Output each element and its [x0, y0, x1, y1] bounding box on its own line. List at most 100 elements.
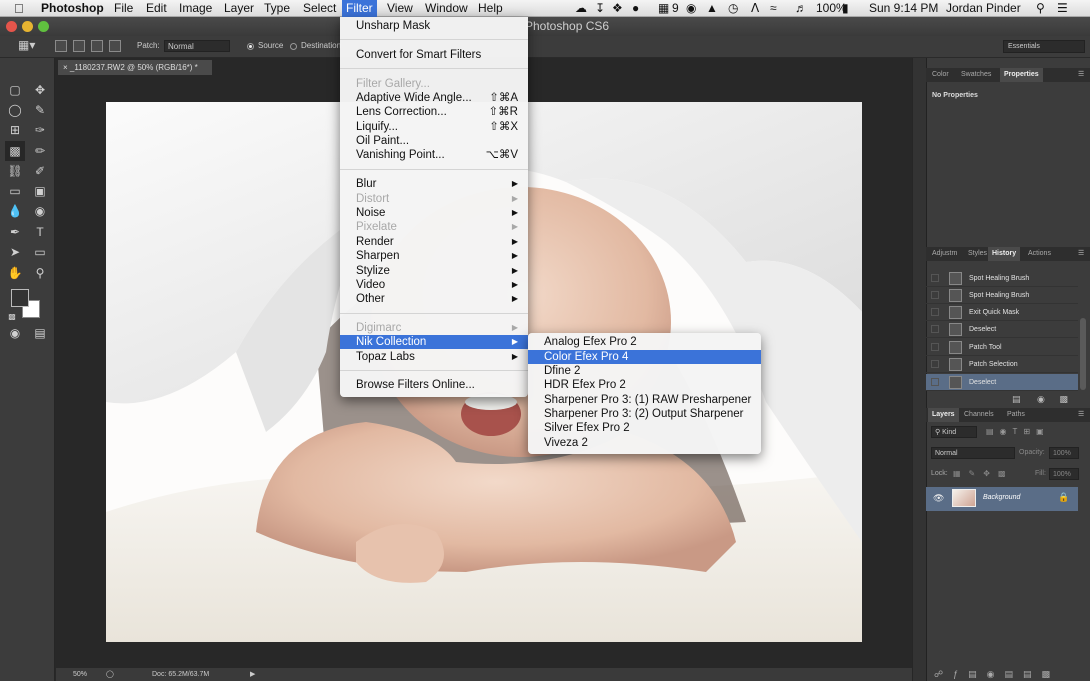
alert-icon[interactable]: ▲: [706, 0, 718, 17]
status-info-icon[interactable]: ◯: [106, 668, 114, 681]
new-selection-icon[interactable]: [55, 40, 67, 52]
user-name[interactable]: Jordan Pinder: [946, 0, 1021, 17]
menu-item-color-efex-pro[interactable]: Color Efex Pro 4: [528, 350, 761, 364]
menu-item-blur[interactable]: Blur ▶: [340, 177, 528, 191]
clock[interactable]: Sun 9:14 PM: [869, 0, 938, 17]
history-checkbox[interactable]: [931, 325, 939, 333]
history-state[interactable]: Exit Quick Mask: [926, 304, 1078, 321]
menu-item-liquify[interactable]: Liquify... ⇧⌘X: [340, 120, 528, 134]
close-window-button[interactable]: [6, 21, 17, 32]
menu-item-convert-smart-filters[interactable]: Convert for Smart Filters: [340, 48, 528, 62]
menu-filter[interactable]: Filter: [342, 0, 377, 17]
document-tab[interactable]: × _1180237.RW2 @ 50% (RGB/16*) *: [58, 60, 212, 75]
blend-mode-select[interactable]: Normal: [931, 447, 1015, 459]
zoom-window-button[interactable]: [38, 21, 49, 32]
quick-selection-tool-icon[interactable]: ✎: [30, 100, 50, 120]
panel-menu-icon[interactable]: ☰: [1074, 247, 1088, 261]
tab-actions[interactable]: Actions: [1024, 247, 1055, 261]
menu-file[interactable]: File: [110, 0, 137, 17]
subtract-selection-icon[interactable]: [91, 40, 103, 52]
menu-item-topaz-labs[interactable]: Topaz Labs ▶: [340, 350, 528, 364]
stamp-tool-icon[interactable]: ⛓: [5, 161, 25, 181]
menu-item-sharpen[interactable]: Sharpen ▶: [340, 249, 528, 263]
skype-icon[interactable]: ●: [632, 0, 639, 17]
history-state[interactable]: Spot Healing Brush: [926, 270, 1078, 287]
menu-item-video[interactable]: Video ▶: [340, 278, 528, 292]
volume-icon[interactable]: ♬: [795, 0, 807, 17]
apple-icon[interactable]: : [14, 1, 24, 16]
spotlight-icon[interactable]: ⚲: [1036, 0, 1045, 17]
tab-layers[interactable]: Layers: [928, 408, 959, 422]
menu-layer[interactable]: Layer: [220, 0, 258, 17]
dropbox-icon[interactable]: ❖: [612, 0, 623, 17]
menu-item-nik-collection[interactable]: Nik Collection ▶: [340, 335, 528, 349]
new-document-icon[interactable]: ▤: [1012, 394, 1021, 404]
menu-item-dfine[interactable]: Dfine 2: [528, 364, 761, 378]
tab-history[interactable]: History: [988, 247, 1021, 261]
patch-tool-icon[interactable]: ▩: [5, 141, 25, 161]
panel-menu-icon[interactable]: ☰: [1074, 68, 1088, 82]
quick-mask-icon[interactable]: ◉: [5, 323, 25, 343]
menu-item-unsharp-mask[interactable]: Unsharp Mask: [340, 19, 528, 33]
trash-icon[interactable]: ▩: [1059, 394, 1068, 404]
menu-item-analog-efex-pro[interactable]: Analog Efex Pro 2: [528, 335, 761, 349]
menu-help[interactable]: Help: [474, 0, 507, 17]
menu-window[interactable]: Window: [421, 0, 472, 17]
fill-field[interactable]: 100%: [1049, 468, 1079, 480]
menu-item-render[interactable]: Render ▶: [340, 235, 528, 249]
patch-mode-select[interactable]: Normal: [164, 40, 230, 52]
intersect-selection-icon[interactable]: [109, 40, 121, 52]
history-checkbox[interactable]: [931, 274, 939, 282]
tab-swatches[interactable]: Swatches: [957, 68, 995, 82]
menu-select[interactable]: Select: [299, 0, 340, 17]
menu-item-viveza[interactable]: Viveza 2: [528, 436, 761, 450]
history-state[interactable]: Deselect: [926, 321, 1078, 338]
history-checkbox[interactable]: [931, 308, 939, 316]
tab-adjustments[interactable]: Adjustm: [928, 247, 961, 261]
layer-filter-icons[interactable]: ▤◉T⊞▣: [986, 427, 1050, 436]
gradient-tool-icon[interactable]: ▣: [30, 181, 50, 201]
layers-footer-icons[interactable]: ☍ƒ▤◉▤▤▩: [934, 669, 1060, 680]
foreground-color-swatch[interactable]: [11, 289, 29, 307]
tab-paths[interactable]: Paths: [1003, 408, 1029, 422]
lasso-tool-icon[interactable]: ◯: [5, 100, 25, 120]
brush-tool-icon[interactable]: ✏: [30, 141, 50, 161]
menu-item-adaptive-wide-angle[interactable]: Adaptive Wide Angle... ⇧⌘A: [340, 91, 528, 105]
rectangle-tool-icon[interactable]: ▭: [30, 242, 50, 262]
move-tool-icon[interactable]: ✥: [30, 80, 50, 100]
layer-row-background[interactable]: 👁 Background 🔒: [926, 487, 1078, 511]
pen-tool-icon[interactable]: ✒: [5, 222, 25, 242]
visibility-eye-icon[interactable]: 👁: [933, 493, 944, 504]
cloud-icon[interactable]: ☁: [575, 0, 587, 17]
destination-radio[interactable]: [290, 43, 297, 50]
source-radio[interactable]: [247, 43, 254, 50]
crop-tool-icon[interactable]: ⊞: [5, 120, 25, 140]
menu-item-browse-filters-online[interactable]: Browse Filters Online...: [340, 378, 528, 392]
history-checkbox[interactable]: [931, 291, 939, 299]
menu-item-silver-efex-pro[interactable]: Silver Efex Pro 2: [528, 421, 761, 435]
menu-item-noise[interactable]: Noise ▶: [340, 206, 528, 220]
path-selection-tool-icon[interactable]: ➤: [5, 242, 25, 262]
status-count[interactable]: 9: [672, 0, 679, 17]
add-selection-icon[interactable]: [73, 40, 85, 52]
evernote-icon[interactable]: ▦: [658, 0, 669, 17]
menu-image[interactable]: Image: [175, 0, 216, 17]
menu-edit[interactable]: Edit: [142, 0, 171, 17]
marquee-tool-icon[interactable]: ▢: [5, 80, 25, 100]
status-menu-arrow-icon[interactable]: ▶: [250, 668, 255, 681]
tab-channels[interactable]: Channels: [960, 408, 998, 422]
history-checkbox[interactable]: [931, 360, 939, 368]
history-state[interactable]: Patch Tool: [926, 339, 1078, 356]
menu-item-other[interactable]: Other ▶: [340, 292, 528, 306]
menu-photoshop[interactable]: Photoshop: [37, 0, 108, 17]
tab-color[interactable]: Color: [928, 68, 953, 82]
history-state[interactable]: Spot Healing Brush: [926, 287, 1078, 304]
lock-icons[interactable]: ▦✎✥▩: [953, 469, 1014, 478]
history-scrollbar[interactable]: [1080, 318, 1086, 390]
history-state-current[interactable]: Deselect: [926, 374, 1078, 391]
hand-tool-icon[interactable]: ✋: [5, 263, 25, 283]
workspace-select[interactable]: Essentials: [1003, 40, 1085, 53]
patch-tool-preset-icon[interactable]: ▦▾: [18, 38, 35, 52]
document-size[interactable]: Doc: 65.2M/63.7M: [152, 668, 209, 681]
sync-icon[interactable]: ◉: [686, 0, 696, 17]
